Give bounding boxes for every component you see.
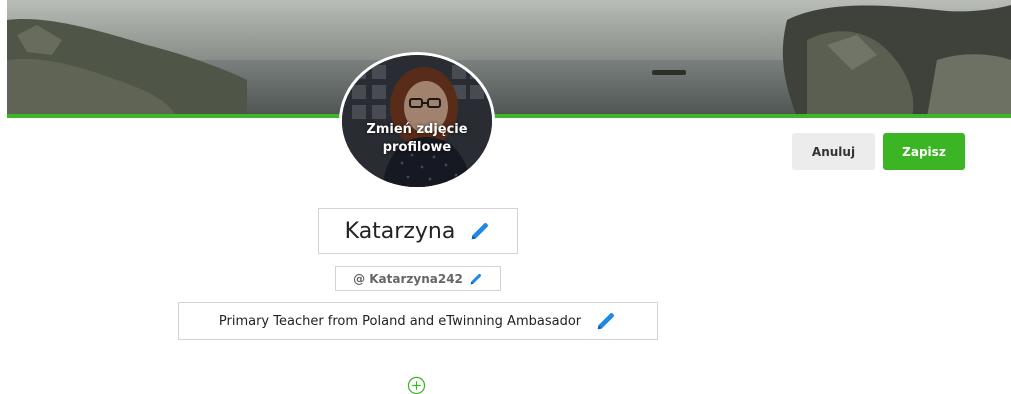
name-field[interactable]: Katarzyna bbox=[318, 208, 518, 254]
plus-circle-icon[interactable] bbox=[407, 376, 426, 394]
pencil-icon[interactable] bbox=[469, 272, 483, 286]
username-text: @ Katarzyna242 bbox=[353, 271, 463, 286]
change-photo-label: Zmień zdjęcie profilowe bbox=[366, 122, 468, 155]
profile-edit-page: Zmień zdjęcie profilowe Anuluj Zapisz Ka… bbox=[0, 0, 1011, 394]
bio-field[interactable]: Primary Teacher from Poland and eTwinnin… bbox=[178, 302, 658, 340]
camera-icon bbox=[342, 56, 358, 68]
cover-photo bbox=[7, 0, 1011, 117]
name-text: Katarzyna bbox=[344, 218, 456, 244]
bio-text: Primary Teacher from Poland and eTwinnin… bbox=[218, 313, 582, 329]
cancel-button[interactable]: Anuluj bbox=[792, 133, 875, 170]
username-field[interactable]: @ Katarzyna242 bbox=[335, 266, 501, 291]
pencil-icon[interactable] bbox=[595, 310, 617, 332]
save-button[interactable]: Zapisz bbox=[883, 133, 965, 170]
cover-accent-bar bbox=[7, 114, 1011, 118]
profile-avatar[interactable]: Zmień zdjęcie profilowe bbox=[339, 52, 495, 190]
pencil-icon[interactable] bbox=[469, 220, 491, 242]
